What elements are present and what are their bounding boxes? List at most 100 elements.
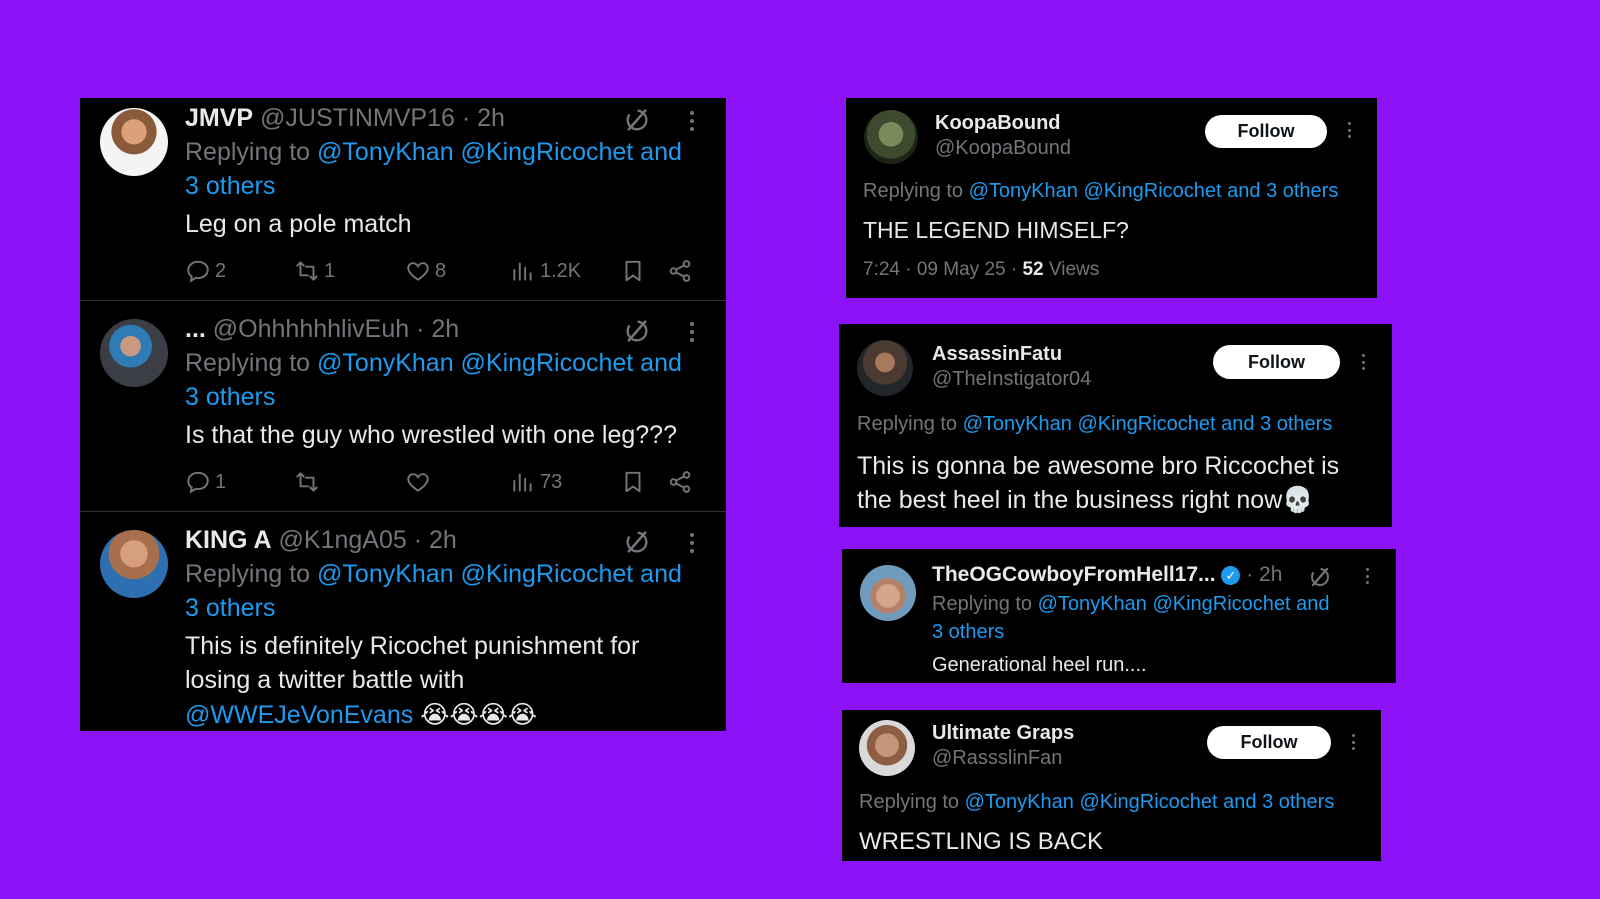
more-icon[interactable] xyxy=(690,533,694,553)
tweet-text: Generational heel run.... xyxy=(932,654,1147,676)
grok-icon[interactable] xyxy=(1308,565,1332,589)
timestamp[interactable]: · 2h xyxy=(416,315,459,343)
like-count: 8 xyxy=(435,259,447,282)
views-label: Views xyxy=(1048,259,1100,280)
tweet-text: Leg on a pole match xyxy=(185,210,412,238)
like-button[interactable]: 8 xyxy=(405,258,446,284)
replying-to-mentions[interactable]: @TonyKhan @KingRicochet and 3 others xyxy=(965,791,1335,813)
views-button[interactable]: 1.2K xyxy=(510,258,581,284)
handle[interactable]: @TheInstigator04 xyxy=(932,368,1091,391)
more-icon[interactable] xyxy=(690,111,694,131)
replying-to-label: Replying to xyxy=(185,138,311,166)
reply-icon xyxy=(185,258,211,284)
avatar[interactable] xyxy=(857,340,913,396)
replying-to-mentions[interactable]: @TonyKhan @KingRicochet and xyxy=(317,349,682,377)
timestamp[interactable]: · 2h xyxy=(462,104,505,132)
tweet-text: Is that the guy who wrestled with one le… xyxy=(185,421,677,449)
reply-tweet[interactable]: JMVP @JUSTINMVP16 · 2h Replying to @Tony… xyxy=(80,98,726,300)
repost-icon xyxy=(294,469,320,495)
display-name[interactable]: ... xyxy=(185,315,206,343)
handle[interactable]: @KoopaBound xyxy=(935,137,1071,160)
grok-icon[interactable] xyxy=(623,317,651,345)
tweet-mention[interactable]: @WWEJeVonEvans xyxy=(185,701,413,729)
more-icon[interactable] xyxy=(1348,122,1351,138)
heart-icon xyxy=(405,469,431,495)
divider xyxy=(80,300,726,301)
crying-emoji: 😭😭😭😭 xyxy=(420,701,538,729)
reply-button[interactable]: 1 xyxy=(185,469,226,495)
replying-to-others[interactable]: 3 others xyxy=(185,383,275,412)
replying-to-label: Replying to xyxy=(932,593,1033,615)
avatar[interactable] xyxy=(100,319,168,387)
replying-to-others[interactable]: 3 others xyxy=(932,621,1004,644)
replying-to-others[interactable]: 3 others xyxy=(185,172,275,201)
avatar[interactable] xyxy=(100,530,168,598)
display-name[interactable]: AssassinFatu xyxy=(932,343,1062,366)
timestamp[interactable]: 7:24 · 09 May 25 · xyxy=(863,259,1017,280)
more-icon[interactable] xyxy=(1366,568,1369,584)
reply-tweet[interactable]: ... @OhhhhhhlivEuh · 2h Replying to @Ton… xyxy=(80,309,726,511)
more-icon[interactable] xyxy=(1362,354,1365,370)
replying-to-mentions[interactable]: @TonyKhan @KingRicochet and 3 others xyxy=(969,180,1339,202)
more-icon[interactable] xyxy=(1352,734,1355,750)
avatar[interactable] xyxy=(100,108,168,176)
tweet-text-line: losing a twitter battle with xyxy=(185,666,465,694)
display-name[interactable]: Ultimate Graps xyxy=(932,722,1074,745)
replying-to-mentions[interactable]: @TonyKhan @KingRicochet and 3 others xyxy=(963,413,1333,435)
display-name[interactable]: KoopaBound xyxy=(935,112,1061,135)
heart-icon xyxy=(405,258,431,284)
replying-to-label: Replying to xyxy=(185,349,311,377)
follow-button[interactable]: Follow xyxy=(1213,345,1340,379)
tweet-text-line: the best heel in the business right now xyxy=(857,486,1283,514)
reply-icon xyxy=(185,469,211,495)
replying-to-label: Replying to xyxy=(859,791,960,813)
follow-button[interactable]: Follow xyxy=(1207,726,1331,759)
replying-to-mentions[interactable]: @TonyKhan @KingRicochet and xyxy=(317,138,682,166)
left-reply-thread: JMVP @JUSTINMVP16 · 2h Replying to @Tony… xyxy=(80,98,726,731)
display-name[interactable]: JMVP xyxy=(185,104,253,132)
handle[interactable]: @K1ngA05 xyxy=(279,526,407,554)
handle[interactable]: @JUSTINMVP16 xyxy=(260,104,455,132)
reply-tweet[interactable]: KING A @K1ngA05 · 2h Replying to @TonyKh… xyxy=(80,520,726,731)
handle[interactable]: @OhhhhhhlivEuh xyxy=(213,315,409,343)
reply-card[interactable]: Ultimate Graps @RassslinFan Follow Reply… xyxy=(842,710,1381,861)
repost-count: 1 xyxy=(324,259,336,282)
avatar[interactable] xyxy=(860,565,916,621)
replying-to-mentions[interactable]: @TonyKhan @KingRicochet and xyxy=(317,560,682,588)
avatar[interactable] xyxy=(859,720,915,776)
more-icon[interactable] xyxy=(690,322,694,342)
replying-to-label: Replying to xyxy=(857,413,958,435)
display-name[interactable]: TheOGCowboyFromHell17... xyxy=(932,563,1216,586)
timestamp[interactable]: · 2h xyxy=(1246,563,1282,586)
views-icon xyxy=(510,258,536,284)
replying-to-others[interactable]: 3 others xyxy=(185,594,275,623)
reply-count: 1 xyxy=(215,470,227,493)
share-icon[interactable] xyxy=(667,469,693,495)
tweet-text: THE LEGEND HIMSELF? xyxy=(863,217,1129,243)
views-button[interactable]: 73 xyxy=(510,469,562,495)
display-name[interactable]: KING A xyxy=(185,526,272,554)
share-icon[interactable] xyxy=(667,258,693,284)
avatar[interactable] xyxy=(864,110,918,164)
reply-card[interactable]: KoopaBound @KoopaBound Follow Replying t… xyxy=(846,98,1377,298)
repost-button[interactable] xyxy=(294,469,324,495)
reply-button[interactable]: 2 xyxy=(185,258,226,284)
repost-button[interactable]: 1 xyxy=(294,258,335,284)
bookmark-icon[interactable] xyxy=(620,258,646,284)
reply-card[interactable]: AssassinFatu @TheInstigator04 Follow Rep… xyxy=(839,324,1392,527)
grok-icon[interactable] xyxy=(623,106,651,134)
verified-badge-icon: ✓ xyxy=(1221,566,1241,585)
views-icon xyxy=(510,469,536,495)
replying-to-mentions[interactable]: @TonyKhan @KingRicochet and xyxy=(1038,593,1330,615)
follow-button[interactable]: Follow xyxy=(1205,115,1327,148)
timestamp[interactable]: · 2h xyxy=(414,526,457,554)
reply-card[interactable]: TheOGCowboyFromHell17... ✓ · 2h Replying… xyxy=(842,549,1396,683)
like-button[interactable] xyxy=(405,469,435,495)
grok-icon[interactable] xyxy=(623,528,651,556)
handle[interactable]: @RassslinFan xyxy=(932,747,1062,770)
replying-to-label: Replying to xyxy=(863,180,964,202)
repost-icon xyxy=(294,258,320,284)
replying-to-label: Replying to xyxy=(185,560,311,588)
bookmark-icon[interactable] xyxy=(620,469,646,495)
tweet-text-line: This is definitely Ricochet punishment f… xyxy=(185,632,640,660)
